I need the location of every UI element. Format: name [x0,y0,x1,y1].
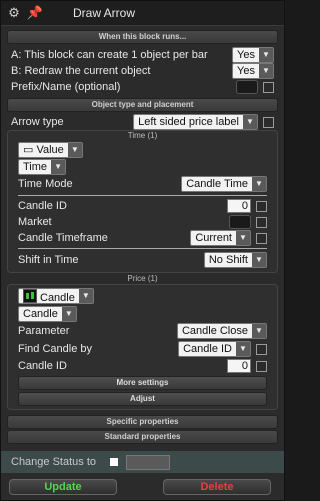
parameter-label: Parameter [18,325,70,337]
row-redraw-object: B: Redraw the current object Yes ▼ [1,63,284,79]
row-arrow-type: Arrow type Left sided price label ▼ [1,114,284,130]
market-input[interactable] [229,215,251,229]
chevron-down-icon: ▼ [61,306,76,321]
row-time-select: Time ▼ [8,158,277,175]
row-b-select[interactable]: Yes ▼ [232,63,274,79]
change-status-row: Change Status to [1,451,284,473]
market-checkbox[interactable] [256,216,267,228]
row-candle-select-2: Candle ▼ [8,305,277,322]
find-candle-by-select[interactable]: Candle ID ▼ [178,341,251,357]
price-caption: Price (1) [127,274,158,283]
chevron-down-icon: ▼ [252,177,266,191]
delete-button[interactable]: Delete [163,479,271,495]
time-mode-label: Time Mode [18,178,73,190]
divider [18,195,267,196]
pin-icon[interactable]: 📌 [27,5,43,21]
find-candle-by-checkbox[interactable] [256,343,267,355]
title-bar: ⚙ 📌 Draw Arrow [1,1,284,26]
candle-source-select[interactable]: Candle ▼ [18,305,77,322]
row-create-one-object: A: This block can create 1 object per ba… [1,47,284,63]
prefix-checkbox[interactable] [263,81,274,93]
chevron-down-icon: ▼ [252,324,266,338]
price-candle-id-input[interactable]: 0 [227,359,251,373]
arrow-type-select[interactable]: Left sided price label ▼ [133,114,258,130]
candle-timeframe-checkbox[interactable] [256,232,267,244]
row-candle-timeframe: Candle Timeframe Current ▼ [8,230,277,246]
chevron-down-icon: ▼ [259,48,273,62]
row-a-label: A: This block can create 1 object per ba… [11,49,208,61]
row-prefix-name: Prefix/Name (optional) [1,79,284,95]
price-candle-id-label: Candle ID [18,360,67,372]
more-settings-button[interactable]: More settings [18,376,267,390]
row-market: Market [8,214,277,230]
standard-properties-header[interactable]: Standard properties [7,430,278,444]
parameter-select[interactable]: Candle Close ▼ [176,323,267,339]
price-candle-id-checkbox[interactable] [256,360,267,372]
chevron-down-icon: ▼ [51,159,66,174]
price-group: Candle ▼ Candle ▼ Parameter Candle Close… [7,284,278,410]
update-button[interactable]: Update [9,479,117,495]
time-caption: Time (1) [127,131,158,140]
chevron-down-icon: ▼ [236,342,250,356]
row-value-select: ▭ Value ▼ [8,141,277,158]
market-label: Market [18,216,52,228]
candle-type-select[interactable]: Candle ▼ [18,288,94,304]
divider [18,248,267,249]
object-type-header[interactable]: Object type and placement [7,98,278,112]
prefix-label: Prefix/Name (optional) [11,81,121,93]
candle-id-checkbox[interactable] [256,200,267,212]
draw-arrow-panel: ⚙ 📌 Draw Arrow When this block runs... A… [0,0,285,501]
candle-id-input[interactable]: 0 [227,199,251,213]
time-mode-select[interactable]: Candle Time ▼ [181,176,267,192]
candlestick-icon [23,289,37,303]
prefix-input[interactable] [236,80,258,94]
specific-properties-header[interactable]: Specific properties [7,415,278,429]
arrow-type-checkbox[interactable] [263,116,274,128]
candle-timeframe-label: Candle Timeframe [18,232,108,244]
shift-in-time-select[interactable]: No Shift ▼ [203,252,267,268]
chevron-down-icon: ▼ [243,115,257,129]
row-find-candle-by: Find Candle by Candle ID ▼ [8,340,277,358]
row-parameter: Parameter Candle Close ▼ [8,322,277,340]
calendar-icon: ▭ [23,143,34,156]
settings-icon[interactable]: ⚙ [6,5,22,21]
find-candle-by-label: Find Candle by [18,343,92,355]
value-select[interactable]: ▭ Value ▼ [18,141,83,158]
row-a-select[interactable]: Yes ▼ [232,47,274,63]
row-shift-in-time: Shift in Time No Shift ▼ [8,251,277,269]
row-b-label: B: Redraw the current object [11,65,151,77]
when-block-runs-header[interactable]: When this block runs... [7,30,278,44]
window-title: Draw Arrow [73,6,136,20]
candle-id-label: Candle ID [18,200,67,212]
time-group: Time (1) ▭ Value ▼ Time ▼ Time Mode Cand… [7,130,278,273]
adjust-button[interactable]: Adjust [18,392,267,406]
chevron-down-icon: ▼ [236,231,250,245]
chevron-down-icon: ▼ [78,289,93,303]
row-price-candle-id: Candle ID 0 [8,358,277,374]
change-status-label: Change Status to [11,456,97,468]
shift-in-time-label: Shift in Time [18,254,79,266]
row-candle-select-1: Candle ▼ [8,287,277,305]
chevron-down-icon: ▼ [252,253,266,267]
chevron-down-icon: ▼ [67,142,82,157]
change-status-checkbox[interactable] [110,458,119,466]
arrow-type-label: Arrow type [11,116,64,128]
change-status-select[interactable] [126,454,171,470]
chevron-down-icon: ▼ [259,64,273,78]
row-time-mode: Time Mode Candle Time ▼ [8,175,277,193]
candle-timeframe-select[interactable]: Current ▼ [190,230,251,246]
row-candle-id: Candle ID 0 [8,198,277,214]
time-select[interactable]: Time ▼ [18,158,67,175]
